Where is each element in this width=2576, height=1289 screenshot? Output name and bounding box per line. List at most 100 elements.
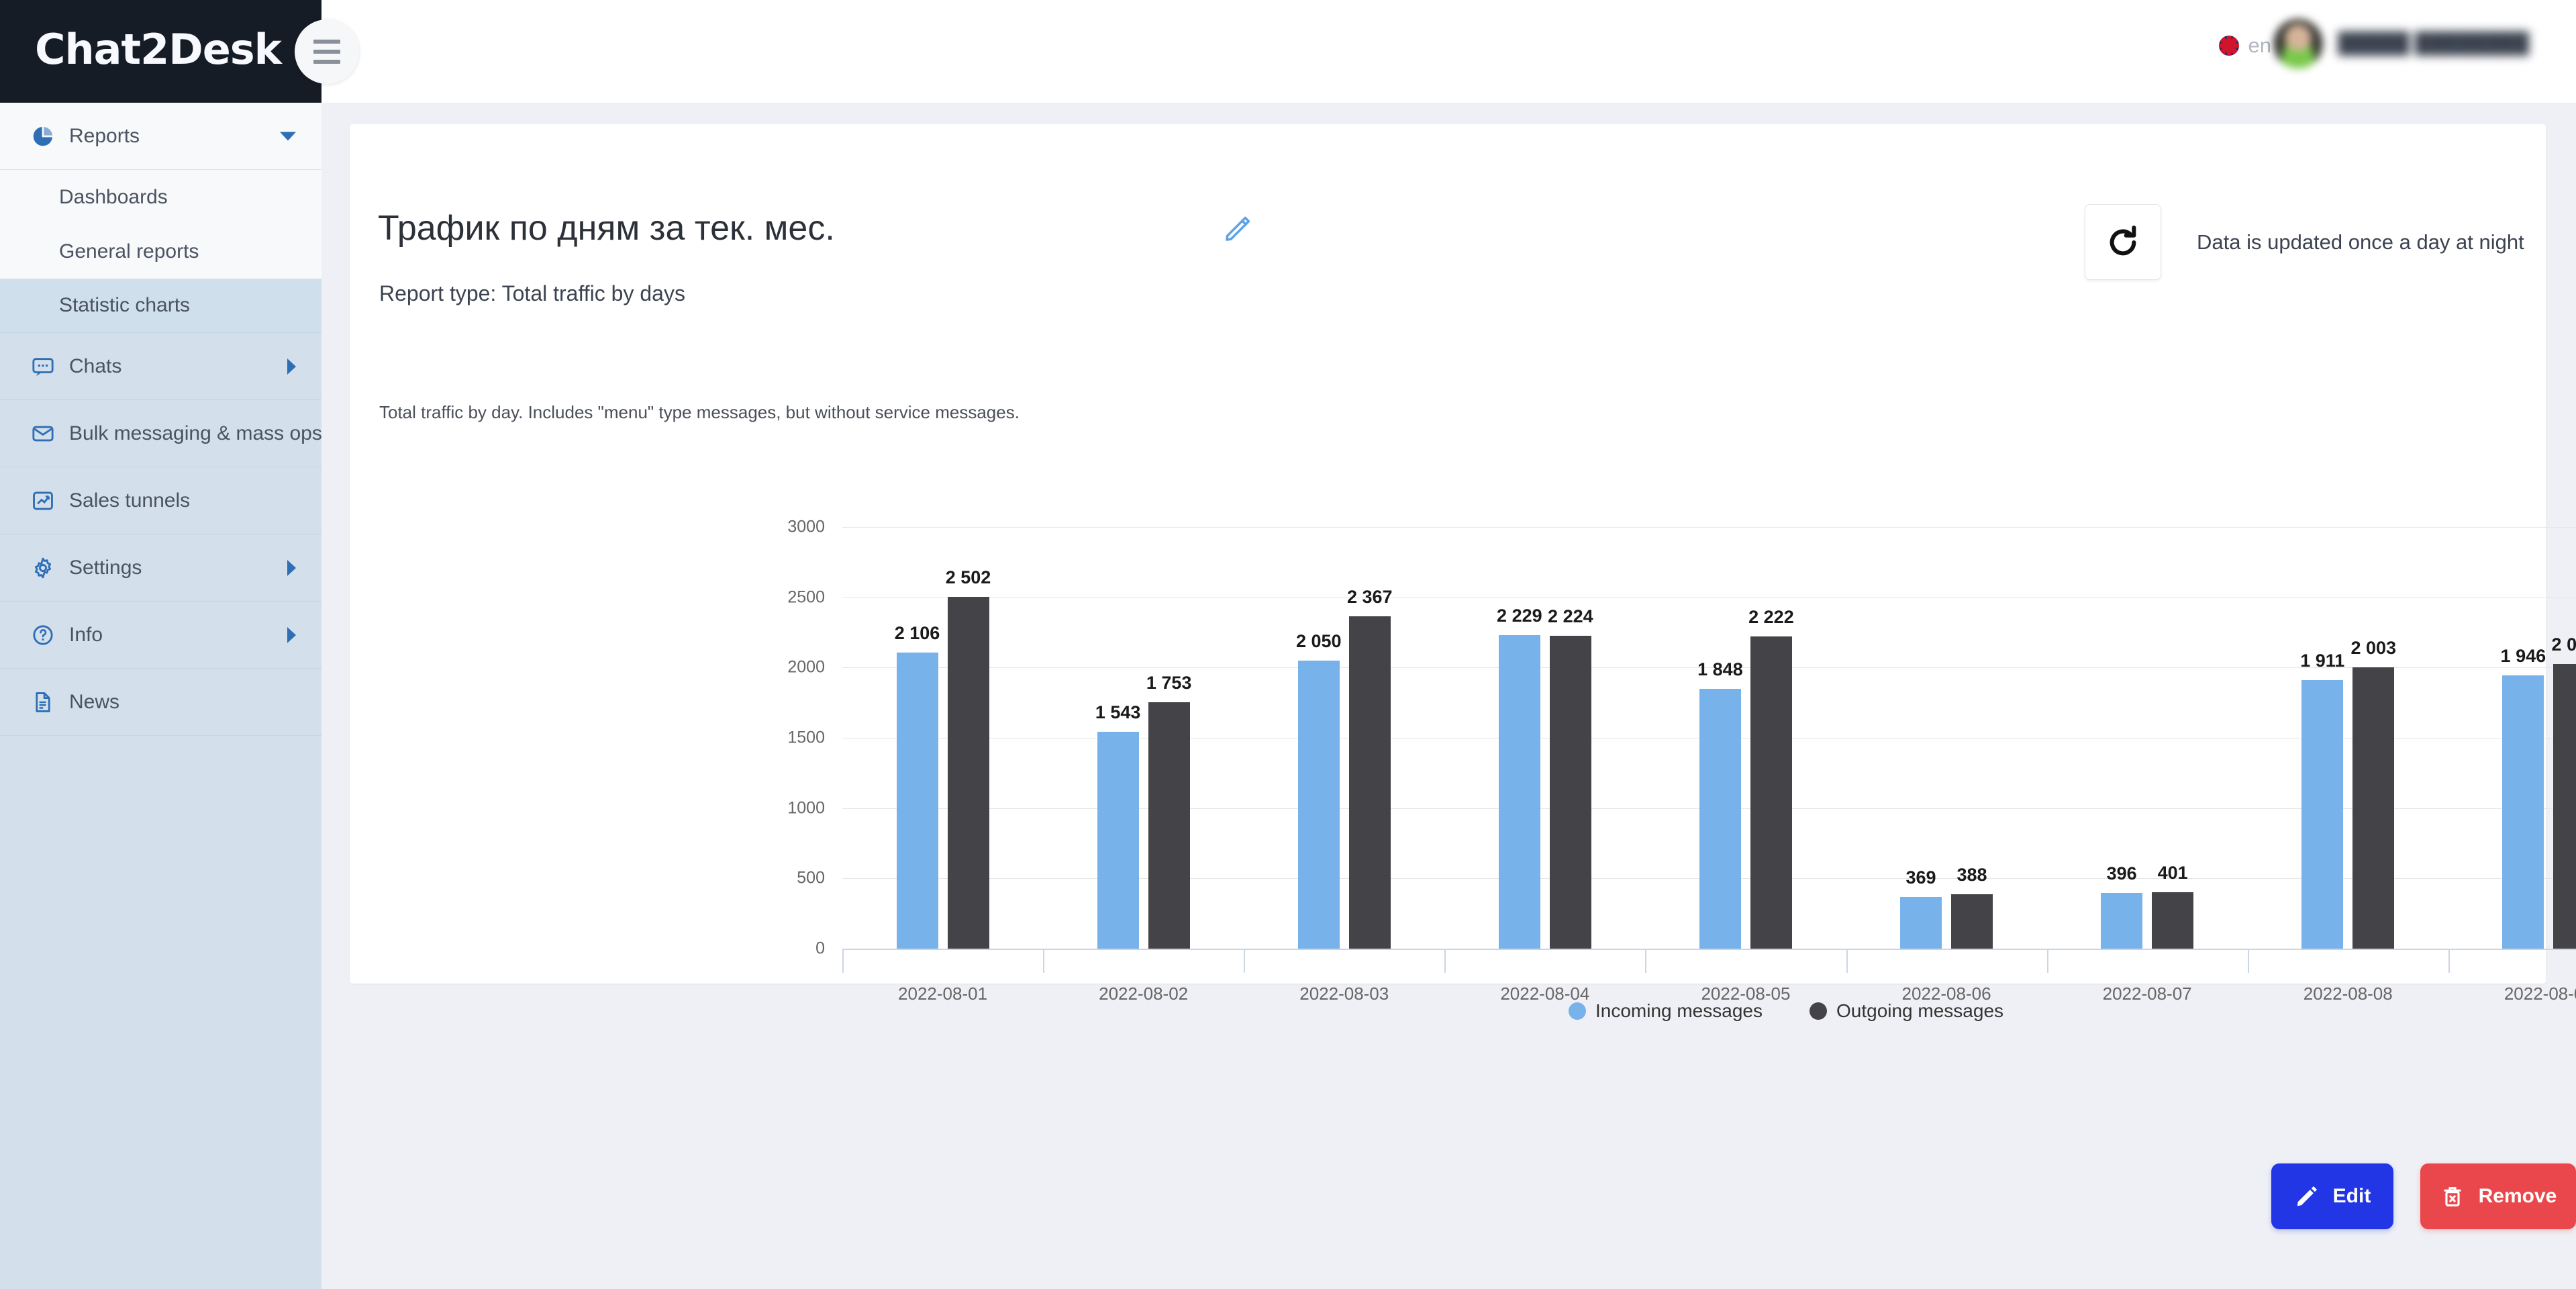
sidebar-item-dashboards[interactable]: Dashboards: [0, 170, 321, 224]
pie-chart-icon: [33, 126, 53, 146]
chart-bar[interactable]: [1699, 689, 1741, 949]
chart-category-group: 2022-08-07 396 401: [2046, 527, 2248, 1004]
user-name: █████ ████████: [2338, 32, 2529, 54]
x-axis-tick-label: 2022-08-04: [1500, 984, 1590, 1004]
chart-data-label: 388: [1956, 864, 1987, 885]
chat-bubble-icon: [32, 357, 54, 376]
chart-bar[interactable]: [1900, 896, 1942, 949]
edit-button[interactable]: Edit: [2271, 1163, 2393, 1229]
remove-button[interactable]: Remove: [2420, 1163, 2576, 1229]
chart-bar[interactable]: [2502, 675, 2544, 949]
avatar: [2273, 19, 2324, 68]
sidebar-item-general-reports[interactable]: General reports: [0, 224, 321, 279]
sidebar-item-label: News: [69, 690, 120, 713]
chart-category-group: 2022-08-01 2 106 2 502: [842, 527, 1043, 1004]
chevron-right-icon: [287, 626, 296, 643]
chart-data-label: 2 222: [1748, 606, 1794, 627]
chart-bar[interactable]: [1148, 702, 1190, 949]
chart-bar[interactable]: [2553, 664, 2576, 949]
x-axis-tick-label: 2022-08-05: [1701, 984, 1791, 1004]
sidebar-item-bulk-messaging[interactable]: Bulk messaging & mass ops: [0, 400, 322, 467]
chevron-right-icon: [287, 559, 296, 576]
chart-bar[interactable]: [2301, 679, 2344, 949]
update-note: Data is updated once a day at night: [2197, 230, 2524, 254]
x-axis-tick: [1846, 949, 1848, 973]
sidebar-item-label: Statistic charts: [59, 294, 191, 316]
chart-legend: Incoming messages Outgoing messages: [705, 1000, 2576, 1022]
hamburger-bar: [313, 60, 340, 64]
x-axis-tick: [1444, 949, 1446, 973]
chart-bar[interactable]: [2101, 893, 2143, 949]
chart-bar[interactable]: [1549, 636, 1591, 949]
hamburger-icon[interactable]: [295, 19, 359, 84]
x-axis-tick: [2448, 949, 2450, 973]
chart-bar[interactable]: [1348, 616, 1391, 949]
language-label: en: [2248, 34, 2271, 57]
legend-item[interactable]: Outgoing messages: [1809, 1000, 2003, 1022]
user-menu[interactable]: █████ ████████: [2273, 19, 2529, 68]
gear-icon: [34, 557, 52, 578]
sidebar-item-label: Info: [69, 623, 103, 646]
sidebar-item-sales-tunnels[interactable]: Sales tunnels: [0, 467, 321, 534]
chart-bar[interactable]: [1951, 894, 1993, 949]
edit-label: Edit: [2332, 1185, 2371, 1207]
y-axis-tick-label: 0: [815, 939, 825, 958]
chart-bar[interactable]: [1750, 636, 1792, 949]
x-axis-tick: [1645, 949, 1647, 973]
x-axis-tick-label: 2022-08-07: [2102, 984, 2192, 1004]
chart-category-group: 2022-08-06 369 388: [1846, 527, 2047, 1004]
hamburger-bar: [313, 40, 340, 44]
chart-data-label: 2 024: [2551, 634, 2576, 655]
traffic-bar-chart: 0 500 1000 1500 2000 2500 3000 2022-08-01 2 106 2…: [705, 504, 2576, 1041]
x-axis-tick-label: 2022-08-02: [1099, 984, 1189, 1004]
sidebar-item-chats[interactable]: Chats: [0, 333, 321, 400]
sidebar-item-label: Bulk messaging & mass ops: [69, 422, 322, 444]
remove-label: Remove: [2478, 1185, 2557, 1207]
sidebar-item-news[interactable]: News: [0, 669, 321, 736]
sidebar-item-settings[interactable]: Settings: [0, 534, 321, 602]
app-logo: Chat2Desk: [35, 25, 282, 74]
chevron-down-icon: [280, 132, 296, 140]
report-card: Трафик по дням за тек. мес. Report type:…: [350, 124, 2576, 1229]
refresh-button[interactable]: [2085, 204, 2161, 280]
x-axis-tick-label: 2022-08-01: [898, 984, 988, 1004]
question-circle-icon: [33, 624, 53, 645]
sidebar-item-label: Settings: [69, 556, 142, 579]
x-axis-tick: [1244, 949, 1246, 973]
chart-data-label: 396: [2106, 863, 2137, 884]
uk-flag-icon: [2218, 36, 2239, 56]
chart-bar[interactable]: [1297, 660, 1340, 949]
x-axis-tick-label: 2022-08-09: [2504, 984, 2576, 1004]
chart-bar[interactable]: [2152, 892, 2194, 949]
sidebar-item-info[interactable]: Info: [0, 602, 321, 669]
chart-category-group: 2022-08-04 2 229 2 224: [1444, 527, 1645, 1004]
chart-bar[interactable]: [947, 597, 989, 949]
chart-data-label: 1 753: [1146, 673, 1192, 694]
chart-data-label: 2 050: [1295, 630, 1342, 651]
sidebar-item-label: Reports: [69, 124, 140, 147]
sidebar-item-label: Chats: [69, 354, 122, 377]
pencil-icon[interactable]: [1222, 213, 1253, 244]
chart-data-label: 2 502: [945, 567, 991, 588]
chart-data-label: 369: [1905, 867, 1936, 888]
chart-data-label: 2 224: [1548, 606, 1593, 627]
chart-category-group: 2022-08-02 1 543 1 753: [1043, 527, 1244, 1004]
report-description: Total traffic by day. Includes "menu" ty…: [379, 402, 1020, 422]
legend-item[interactable]: Incoming messages: [1568, 1000, 1763, 1022]
legend-color-swatch: [1568, 1002, 1586, 1020]
chart-data-label: 2 367: [1346, 586, 1393, 607]
y-axis-tick-label: 1500: [787, 728, 825, 747]
chart-category-group: 2022-08-05 1 848 2 222: [1645, 527, 1846, 1004]
chevron-right-icon: [287, 358, 296, 375]
chart-bar[interactable]: [1097, 732, 1139, 949]
sidebar-item-statistic-charts[interactable]: Statistic charts: [0, 279, 321, 333]
chart-data-label: 2 106: [894, 623, 940, 644]
chart-bar[interactable]: [1498, 635, 1540, 949]
chart-data-label: 1 848: [1697, 659, 1743, 680]
trash-icon: [2443, 1187, 2461, 1207]
sidebar-item-label: Dashboards: [59, 185, 168, 208]
chart-bar[interactable]: [896, 653, 938, 949]
sidebar-item-reports[interactable]: Reports: [0, 103, 321, 170]
chart-bar[interactable]: [2352, 667, 2395, 949]
y-axis-tick-label: 2000: [787, 657, 825, 677]
